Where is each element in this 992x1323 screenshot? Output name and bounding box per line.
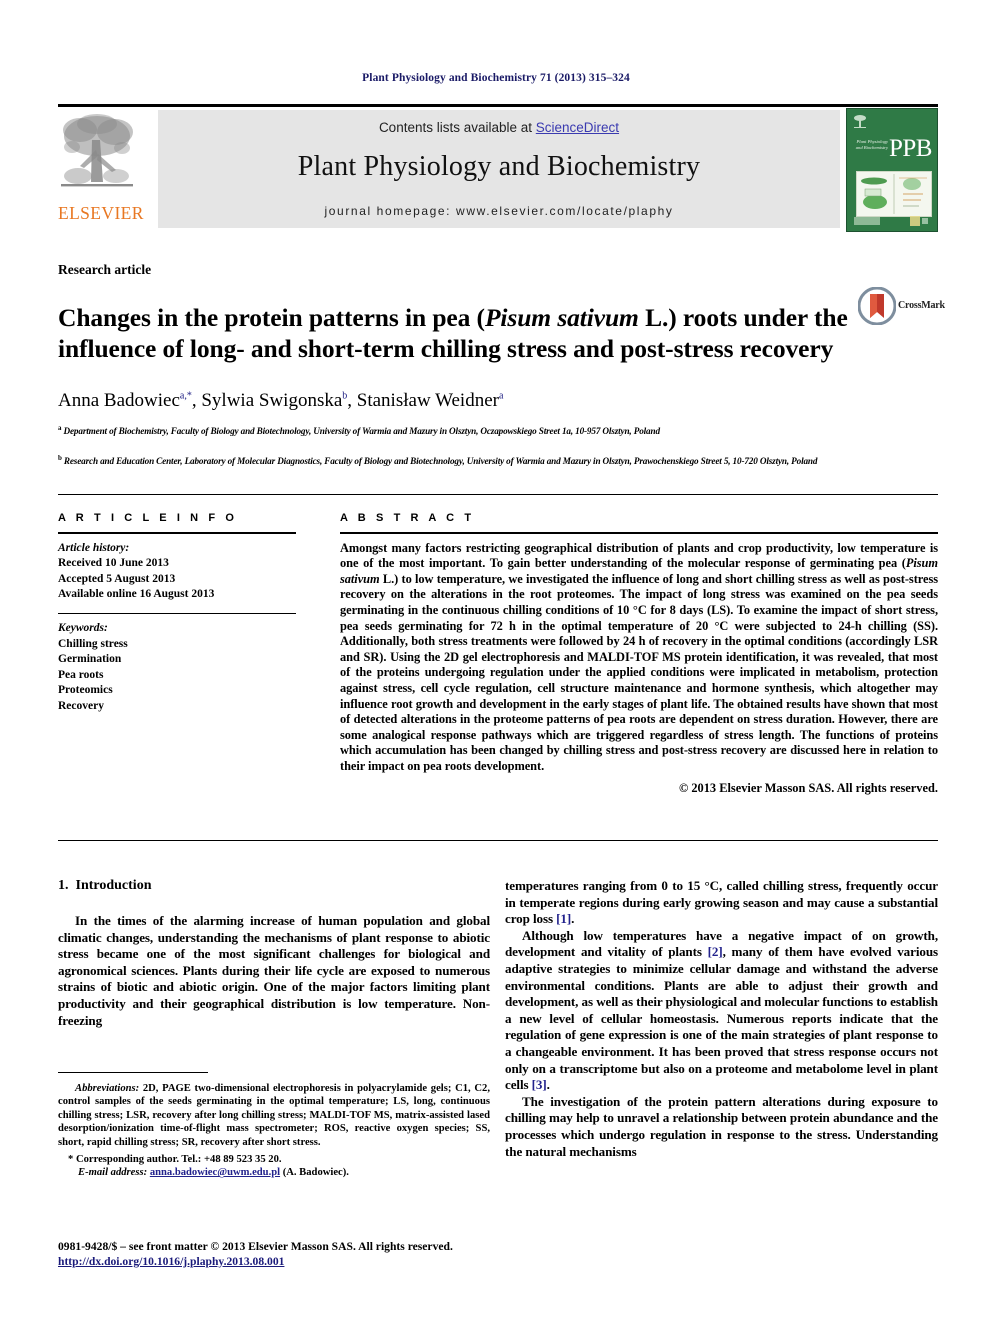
title-species: Pisum sativum (484, 303, 639, 333)
keywords-label: Keywords: (58, 622, 108, 635)
email-label: E-mail address: (78, 1167, 148, 1179)
footnote-corresponding-author: * Corresponding author. Tel.: +48 89 523… (68, 1154, 282, 1166)
citation-ref-3[interactable]: [3] (532, 1077, 547, 1092)
info-section-top-rule (58, 494, 938, 495)
affiliation-b-text: Research and Education Center, Laborator… (63, 456, 818, 467)
crossmark-icon (858, 287, 896, 325)
author-list: Anna Badowieca,*, Sylwia Swigonskab, Sta… (58, 390, 504, 411)
footnote-block: Abbreviations: 2D, PAGE two-dimensional … (58, 1082, 490, 1180)
info-section-bottom-rule (58, 840, 938, 841)
issn-line: 0981-9428/$ – see front matter © 2013 El… (58, 1240, 453, 1253)
journal-masthead: ELSEVIER Contents lists available at Sci… (58, 104, 938, 232)
body-column-left: 1. Introduction In the times of the alarm… (58, 878, 490, 1029)
page-footer: 0981-9428/$ – see front matter © 2013 El… (58, 1240, 518, 1269)
sciencedirect-link[interactable]: ScienceDirect (536, 120, 619, 135)
email-suffix: (A. Badowiec). (280, 1167, 349, 1179)
info-rule-2 (58, 612, 296, 615)
intro-paragraph-2: Although low temperatures have a negativ… (505, 927, 938, 1093)
journal-band: Contents lists available at ScienceDirec… (158, 110, 840, 228)
author-sup-b: b (342, 390, 348, 402)
elsevier-tree-icon (61, 114, 133, 187)
section-number: 1. (58, 878, 69, 893)
article-info-heading: A R T I C L E I N F O (58, 512, 238, 524)
paper-page: Plant Physiology and Biochemistry 71 (20… (0, 0, 992, 1323)
abstract-rule (340, 532, 938, 534)
email-link[interactable]: anna.badowiec@uwm.edu.pl (150, 1167, 280, 1178)
intro-paragraph-1: In the times of the alarming increase of… (58, 913, 490, 1028)
doi-link[interactable]: http://dx.doi.org/10.1016/j.plaphy.2013.… (58, 1255, 284, 1268)
keyword-item: Germination (58, 653, 122, 666)
affiliation-a-text: Department of Biochemistry, Faculty of B… (63, 426, 661, 437)
intro-paragraph-3: The investigation of the protein pattern… (505, 1093, 938, 1159)
crossmark-label: CrossMark (898, 300, 945, 311)
info-rule-1 (58, 532, 296, 534)
section-title: Introduction (75, 878, 152, 893)
footnote-email: E-mail address: anna.badowiec@uwm.edu.pl… (58, 1166, 490, 1179)
article-info-column: A R T I C L E I N F O Article history: R… (58, 512, 296, 714)
author-sup-a2: a (498, 390, 504, 402)
abstract-text-1: Amongst many factors restricting geograp… (340, 540, 938, 571)
keyword-item: Proteomics (58, 684, 113, 697)
intro-paragraph-1-cont: temperatures ranging from 0 to 15 °C, ca… (505, 878, 938, 927)
contents-prefix: Contents lists available at (378, 120, 536, 135)
title-part-1: Changes in the protein patterns in pea ( (58, 303, 485, 333)
abstract-text: Amongst many factors restricting geograp… (340, 541, 938, 775)
affiliation-marker-a: a (58, 424, 62, 432)
page-title: Changes in the protein patterns in pea (… (58, 303, 848, 364)
journal-homepage[interactable]: journal homepage: www.elsevier.com/locat… (158, 204, 840, 218)
keyword-item: Chilling stress (58, 637, 128, 650)
citation-ref-2[interactable]: [2] (708, 944, 723, 959)
keyword-item: Pea roots (58, 668, 104, 681)
cover-journal-name: Plant Physiology and Biochemistry (855, 139, 888, 151)
cover-abbrev: PPB (889, 135, 932, 162)
article-history-label: Article history: (58, 541, 130, 554)
history-received: Received 10 June 2013 (58, 557, 169, 570)
abbreviations-label: Abbreviations: (75, 1083, 140, 1094)
masthead-top-rule (58, 104, 938, 107)
citation-ref-1[interactable]: [1] (556, 911, 571, 926)
elsevier-wordmark: ELSEVIER (58, 203, 144, 223)
running-head: Plant Physiology and Biochemistry 71 (20… (362, 72, 630, 84)
crossmark-badge[interactable]: CrossMark (858, 287, 945, 327)
article-type: Research article (58, 262, 152, 277)
history-accepted: Accepted 5 August 2013 (58, 572, 176, 585)
affiliation-marker-b: b (58, 454, 62, 462)
footnote-abbreviations: Abbreviations: 2D, PAGE two-dimensional … (58, 1082, 490, 1149)
author-sup-a: a,* (179, 390, 192, 402)
elsevier-mini-icon (854, 115, 866, 128)
cover-diagram-icon (861, 174, 927, 214)
journal-title: Plant Physiology and Biochemistry (297, 151, 701, 182)
journal-cover-thumbnail[interactable]: Plant Physiology and Biochemistry PPB (846, 108, 938, 232)
cover-footer-icon (854, 216, 928, 226)
intro-p2-text-b: , many of them have evolved various adap… (505, 944, 938, 1093)
abstract-text-2: L.) to low temperature, we investigated … (340, 571, 938, 773)
section-heading-introduction: 1. Introduction (58, 878, 490, 894)
footnote-rule (58, 1072, 208, 1073)
abstract-column: A B S T R A C T Amongst many factors res… (340, 512, 938, 796)
cover-figure (856, 171, 932, 217)
abstract-copyright: © 2013 Elsevier Masson SAS. All rights r… (678, 780, 938, 795)
history-available-online: Available online 16 August 2013 (58, 588, 215, 601)
contents-line: Contents lists available at ScienceDirec… (158, 110, 840, 135)
affiliation-b: b Research and Education Center, Laborat… (58, 452, 858, 467)
body-column-right: temperatures ranging from 0 to 15 °C, ca… (505, 878, 938, 1160)
keyword-item: Recovery (58, 699, 104, 712)
affiliation-a: a Department of Biochemistry, Faculty of… (58, 422, 858, 437)
abstract-heading: A B S T R A C T (340, 512, 475, 524)
elsevier-logo: ELSEVIER (58, 110, 150, 232)
